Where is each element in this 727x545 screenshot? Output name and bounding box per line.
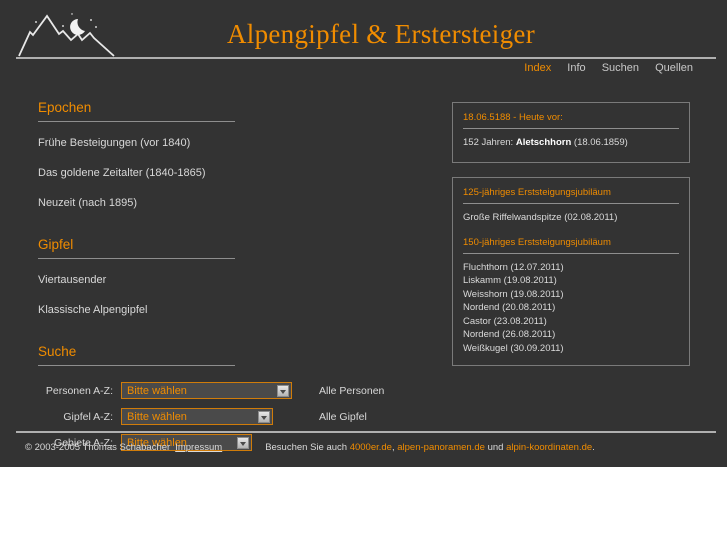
link-klassische-alpengipfel[interactable]: Klassische Alpengipfel (38, 304, 147, 316)
link-epoche-neuzeit[interactable]: Neuzeit (nach 1895) (38, 197, 137, 209)
section-divider (38, 121, 235, 122)
list-item: Nordend (26.08.2011) (463, 329, 556, 341)
select-personen-value: Bitte wählen (127, 384, 187, 397)
nav-item-index[interactable]: Index (524, 62, 551, 74)
search-row-personen: Personen A-Z: Bitte wählen Alle Personen (38, 382, 428, 399)
epochen-list: Frühe Besteigungen (vor 1840) Das golden… (38, 133, 428, 211)
section-gipfel: Gipfel Viertausender Klassische Alpengip… (38, 237, 428, 318)
nav-item-quellen[interactable]: Quellen (655, 62, 693, 74)
section-epochen: Epochen Frühe Besteigungen (vor 1840) Da… (38, 100, 428, 211)
right-column: 18.06.5188 - Heute vor: 152 Jahren: Alet… (452, 102, 690, 380)
panel-divider (463, 203, 679, 205)
list-item: Viertausender (38, 270, 428, 288)
today-entry: 152 Jahren: Aletschhorn (18.06.1859) (463, 136, 679, 149)
jubilaeum-group-125: 125-jähriges Erststeigungsjubiläum Große… (463, 187, 679, 224)
link-alpen-panoramen[interactable]: alpen-panoramen.de (397, 442, 485, 453)
list-item: Weißkugel (30.09.2011) (463, 342, 564, 354)
section-heading-epochen: Epochen (38, 100, 92, 115)
link-viertausender[interactable]: Viertausender (38, 274, 106, 286)
panel-title-125: 125-jähriges Erststeigungsjubiläum (463, 187, 611, 199)
footer-separator: und (484, 442, 507, 453)
link-alpin-koordinaten[interactable]: alpin-koordinaten.de (506, 442, 592, 453)
label-personen: Personen A-Z: (45, 384, 113, 397)
panel-heute-vor: 18.06.5188 - Heute vor: 152 Jahren: Alet… (452, 102, 690, 164)
link-impressum[interactable]: Impressum (175, 442, 222, 453)
list-item: Frühe Besteigungen (vor 1840) (38, 133, 428, 151)
nav-item-suchen[interactable]: Suchen (602, 62, 639, 74)
today-entry-peak: Aletschhorn (515, 137, 572, 148)
chevron-down-icon[interactable] (258, 411, 270, 423)
header-divider (16, 57, 716, 59)
footer-divider (16, 431, 716, 433)
chevron-down-icon[interactable] (277, 385, 289, 397)
link-4000er[interactable]: 4000er.de (350, 442, 392, 453)
gipfel-list: Viertausender Klassische Alpengipfel (38, 270, 428, 318)
footer-copyright-area: © 2003-2005 Thomas Schabacher Impressum (16, 442, 222, 453)
site-header: Alpengipfel & Erstersteiger Index Info S… (0, 0, 727, 82)
link-epoche-goldenes-zeitalter[interactable]: Das goldene Zeitalter (1840-1865) (38, 167, 206, 179)
site-footer: © 2003-2005 Thomas Schabacher Impressum B… (16, 431, 716, 453)
footer-period: . (592, 442, 595, 453)
panel-divider (463, 252, 679, 254)
today-entry-prefix: 152 Jahren: (463, 137, 516, 148)
list-item: Weisshorn (19.08.2011) (463, 288, 564, 300)
list-item: Nordend (20.08.2011) (463, 302, 556, 314)
label-gipfel: Gipfel A-Z: (63, 410, 113, 423)
section-heading-suche: Suche (38, 344, 77, 359)
panel-title-150: 150-jähriges Erststeigungsjubiläum (463, 236, 611, 248)
link-epoche-fruehe[interactable]: Frühe Besteigungen (vor 1840) (38, 137, 190, 149)
page-title: Alpengipfel & Erstersteiger (226, 19, 535, 49)
list-item: Klassische Alpengipfel (38, 300, 428, 318)
list-item: Das goldene Zeitalter (1840-1865) (38, 163, 428, 181)
list-item: Liskamm (19.08.2011) (463, 275, 557, 287)
nav-item-info[interactable]: Info (567, 62, 585, 74)
left-column: Epochen Frühe Besteigungen (vor 1840) Da… (38, 100, 428, 460)
select-gipfel-value: Bitte wählen (127, 410, 187, 423)
copyright-text: © 2003-2005 Thomas Schabacher (25, 442, 171, 453)
section-divider (38, 258, 235, 259)
jubilaeum-group-150: 150-jähriges Erststeigungsjubiläum Fluch… (463, 237, 679, 355)
select-gipfel[interactable]: Bitte wählen (121, 408, 273, 425)
list-item: Castor (23.08.2011) (463, 315, 547, 327)
search-row-gipfel: Gipfel A-Z: Bitte wählen Alle Gipfel (38, 408, 428, 425)
peak-list-150: Fluchthorn (12.07.2011) Liskamm (19.08.2… (463, 261, 679, 355)
footer-links-area: Besuchen Sie auch 4000er.de, alpen-panor… (265, 442, 595, 453)
peak-list-125: Große Riffelwandspitze (02.08.2011) (463, 211, 679, 224)
visit-prefix: Besuchen Sie auch (265, 442, 350, 453)
link-alle-gipfel[interactable]: Alle Gipfel (319, 411, 367, 423)
today-entry-date: (18.06.1859) (571, 137, 628, 148)
panel-divider (463, 128, 679, 129)
footer-content: © 2003-2005 Thomas Schabacher Impressum B… (16, 442, 716, 453)
panel-title-heute-vor: 18.06.5188 - Heute vor: (463, 112, 563, 123)
list-item: Neuzeit (nach 1895) (38, 193, 428, 211)
top-navigation: Index Info Suchen Quellen (511, 62, 693, 74)
page-container: Alpengipfel & Erstersteiger Index Info S… (0, 0, 727, 467)
link-alle-personen[interactable]: Alle Personen (319, 385, 384, 397)
panel-jubilaeen: 125-jähriges Erststeigungsjubiläum Große… (452, 177, 690, 366)
section-heading-gipfel: Gipfel (38, 237, 74, 252)
list-item: Große Riffelwandspitze (02.08.2011) (463, 212, 618, 224)
select-personen[interactable]: Bitte wählen (121, 382, 292, 399)
list-item: Fluchthorn (12.07.2011) (463, 261, 564, 273)
section-divider (38, 365, 235, 366)
